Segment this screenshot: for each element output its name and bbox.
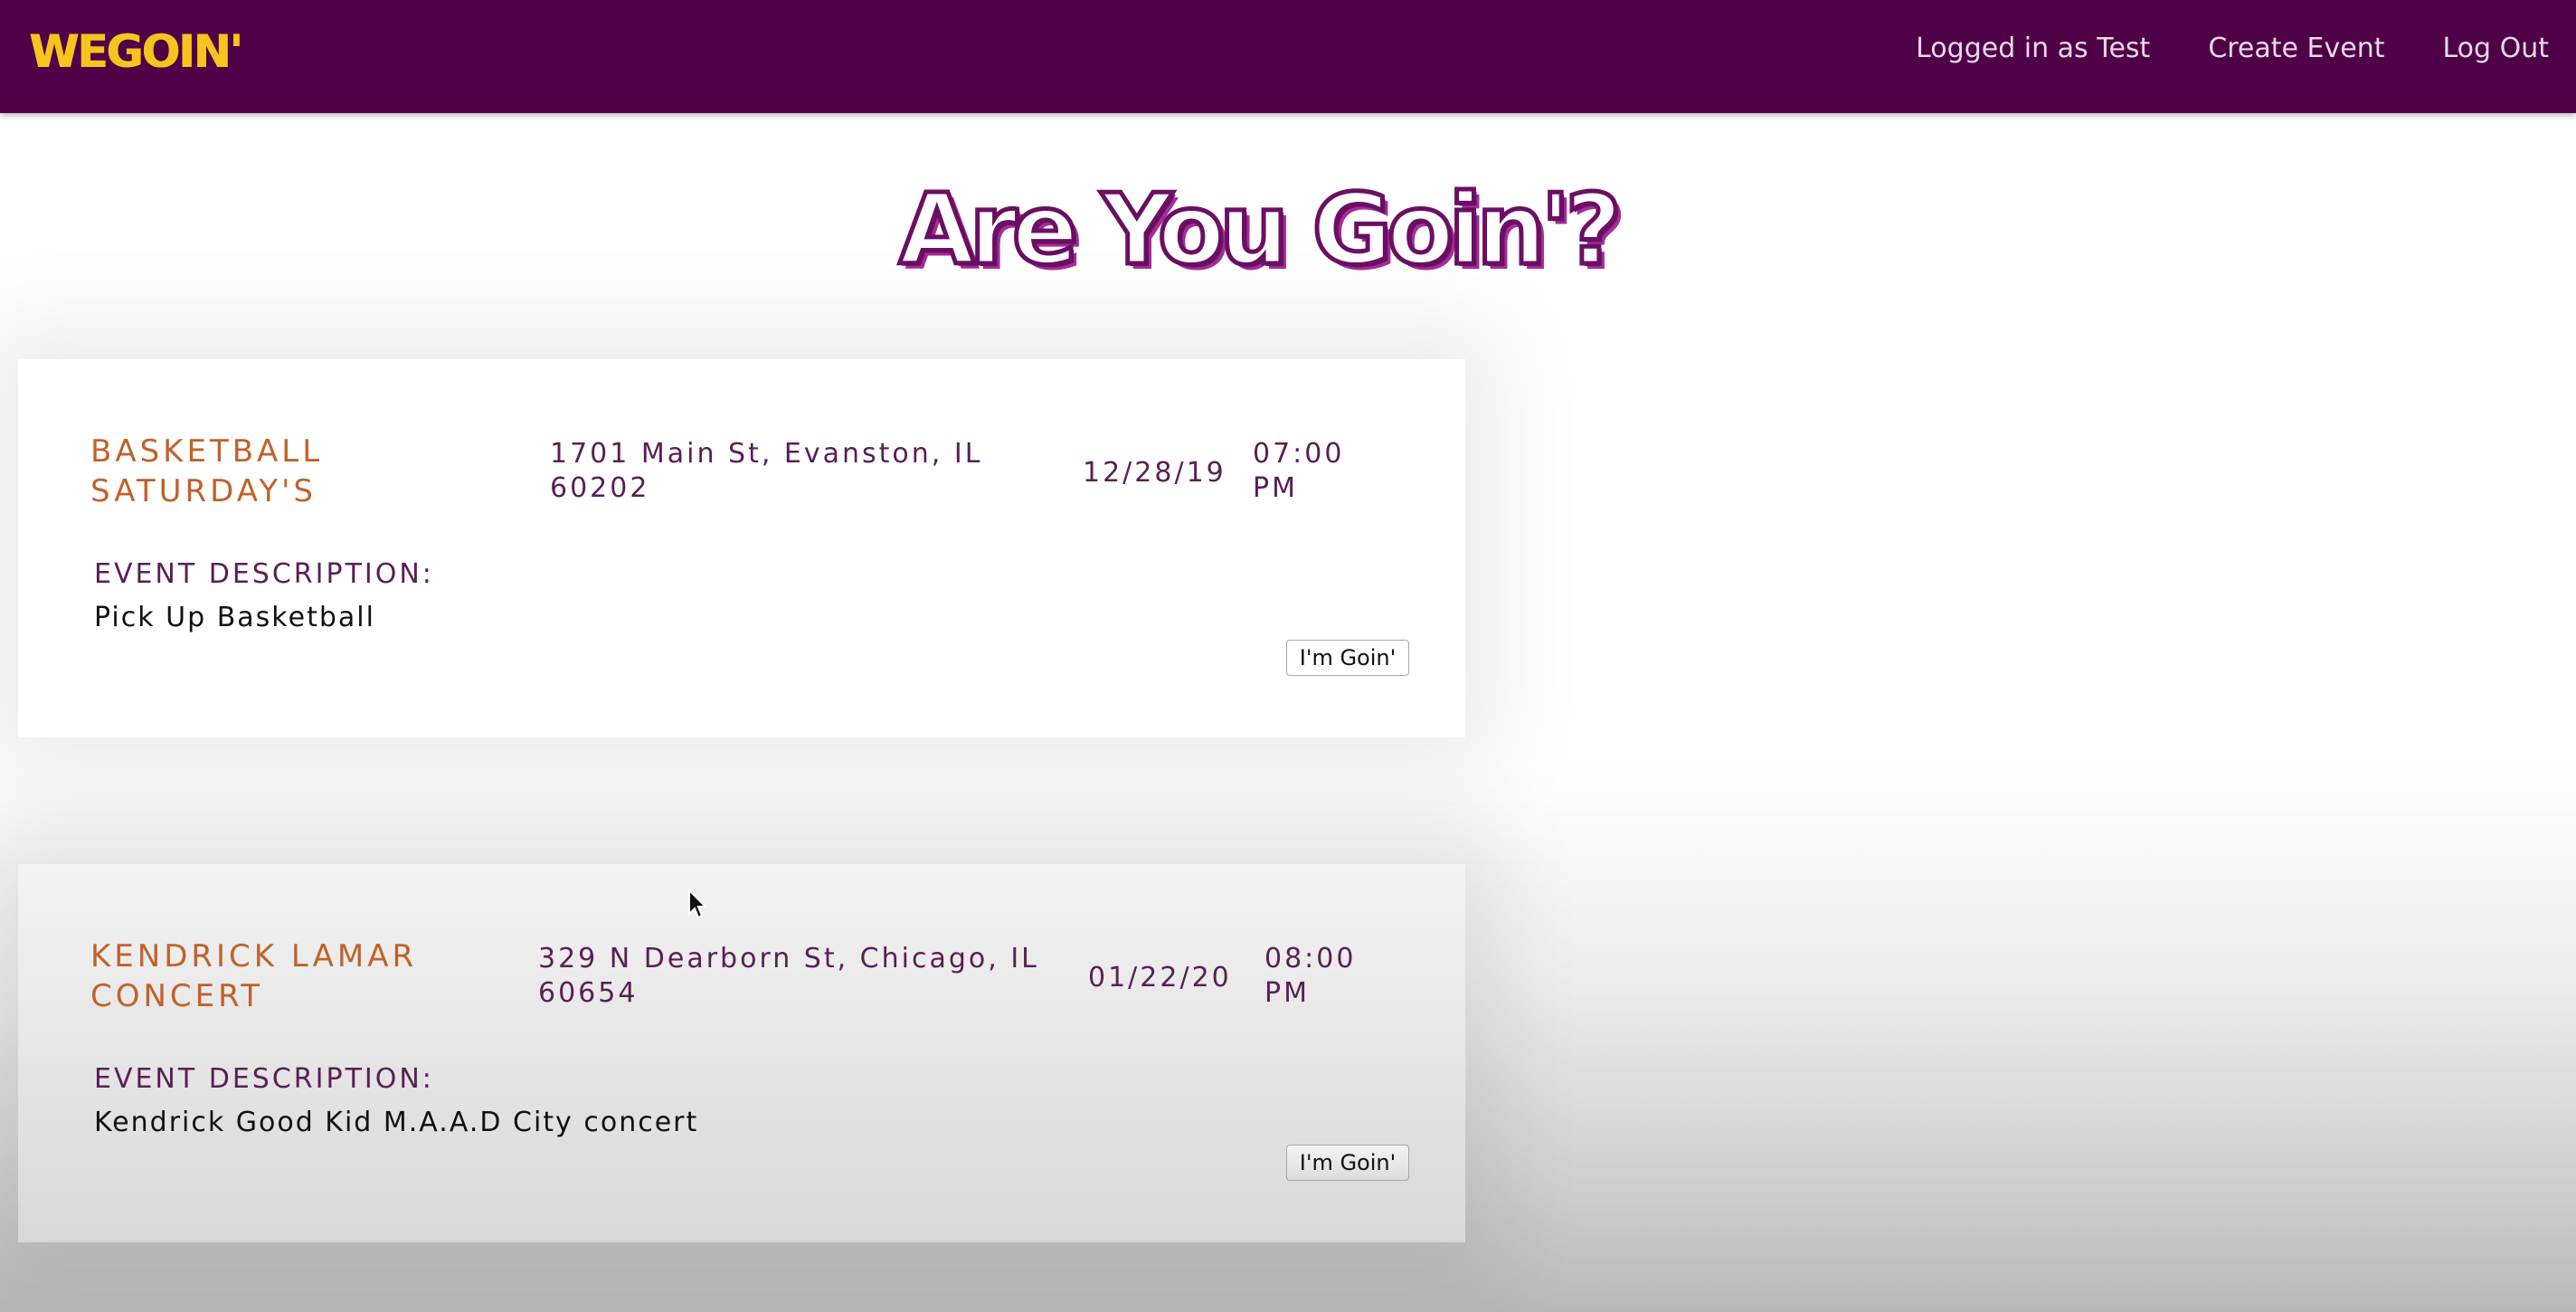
event-description: Pick Up Basketball bbox=[94, 602, 375, 633]
event-time: 07:00 PM bbox=[1253, 438, 1345, 504]
event-date: 01/22/20 bbox=[1088, 962, 1232, 994]
event-card: BASKETBALL SATURDAY'S 1701 Main St, Evan… bbox=[18, 359, 1465, 737]
event-date: 12/28/19 bbox=[1083, 457, 1226, 489]
event-address: 329 N Dearborn St, Chicago, IL 60654 bbox=[538, 943, 1039, 1009]
im-goin-button[interactable]: I'm Goin' bbox=[1286, 1145, 1409, 1181]
event-title: KENDRICK LAMAR CONCERT bbox=[90, 938, 418, 1014]
nav-links: Logged in as Test Create Event Log Out bbox=[1916, 33, 2549, 64]
event-time: 08:00 PM bbox=[1264, 943, 1357, 1009]
im-goin-button[interactable]: I'm Goin' bbox=[1286, 640, 1409, 676]
create-event-link[interactable]: Create Event bbox=[2208, 33, 2384, 64]
event-description-label: EVENT DESCRIPTION: bbox=[94, 558, 434, 590]
page-title: Are You Goin'? bbox=[897, 172, 1624, 290]
event-description-label: EVENT DESCRIPTION: bbox=[94, 1063, 434, 1095]
log-out-link[interactable]: Log Out bbox=[2442, 33, 2549, 64]
top-navbar: WEGOIN' Logged in as Test Create Event L… bbox=[0, 0, 2576, 113]
event-title: BASKETBALL SATURDAY'S bbox=[90, 433, 324, 509]
brand-logo[interactable]: WEGOIN' bbox=[29, 25, 243, 78]
event-card: KENDRICK LAMAR CONCERT 329 N Dearborn St… bbox=[18, 864, 1465, 1242]
mouse-cursor-icon bbox=[688, 889, 708, 919]
event-address: 1701 Main St, Evanston, IL 60202 bbox=[550, 438, 983, 504]
event-description: Kendrick Good Kid M.A.A.D City concert bbox=[94, 1107, 699, 1138]
logged-in-user-link[interactable]: Logged in as Test bbox=[1916, 33, 2150, 64]
